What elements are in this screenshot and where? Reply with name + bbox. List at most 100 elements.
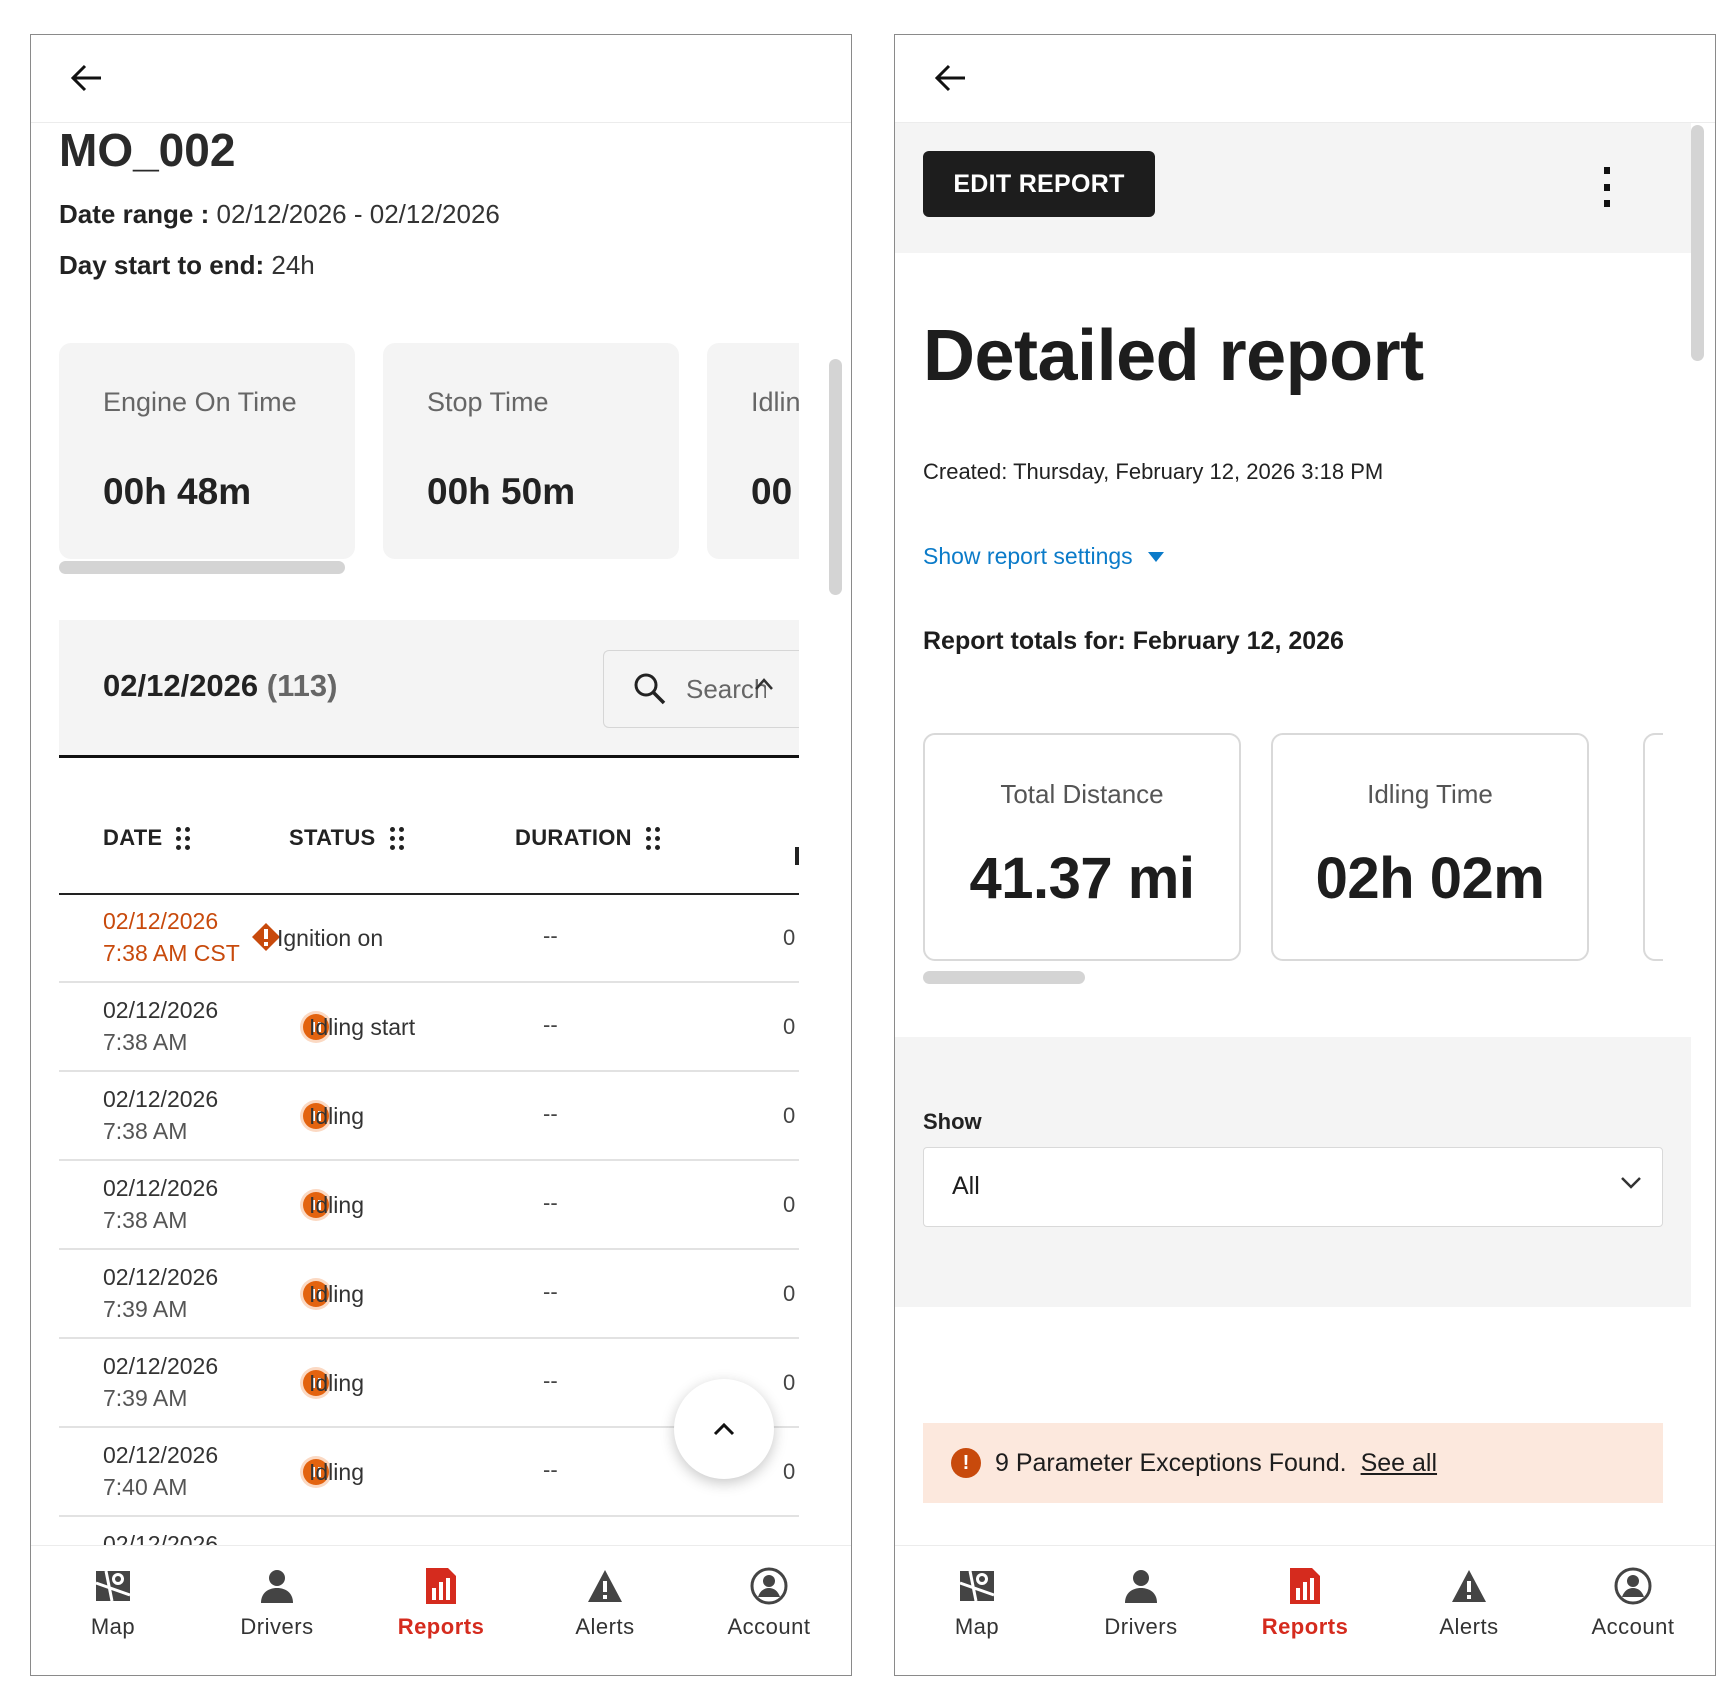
table-date-title: 02/12/2026 (113) — [103, 668, 337, 704]
stat-card-strip[interactable]: Engine On Time 00h 48m Stop Time 00h 50m… — [59, 343, 799, 567]
drag-handle-icon[interactable] — [176, 826, 191, 850]
exceptions-banner: ! 9 Parameter Exceptions Found. See all — [923, 1423, 1663, 1503]
nav-label: Reports — [397, 1614, 485, 1639]
nav-drivers[interactable]: Drivers — [195, 1546, 359, 1675]
nav-map[interactable]: Map — [31, 1546, 195, 1675]
scroll-to-top-button[interactable] — [674, 1379, 774, 1479]
vehicle-name: MO_002 — [59, 124, 236, 176]
row-extra-value: 0 — [783, 1192, 796, 1217]
chevron-down-icon — [1621, 1177, 1641, 1189]
stat-label: Idlin — [751, 387, 799, 417]
chevron-up-icon — [713, 1422, 735, 1436]
row-extra-value: 0 — [783, 1370, 796, 1395]
account-icon — [1611, 1564, 1655, 1608]
row-extra-value: 0 — [783, 1103, 796, 1128]
filter-section: Show All — [895, 1037, 1691, 1307]
row-time: 7:40 AM — [103, 1474, 188, 1500]
stat-value: 02h 02m — [1315, 846, 1545, 911]
row-status: Idling — [309, 1281, 364, 1307]
bottom-nav: Map Drivers Reports Alerts Account — [31, 1545, 851, 1675]
more-options-icon[interactable] — [1595, 167, 1619, 207]
table-toolbar: 02/12/2026 (113) — [59, 620, 799, 758]
nav-drivers[interactable]: Drivers — [1059, 1546, 1223, 1675]
back-button[interactable] — [925, 53, 975, 103]
nav-account[interactable]: Account — [1551, 1546, 1715, 1675]
table-row[interactable]: 02/12/2026 7:38 AM CST Ignition on -- 0 — [59, 895, 799, 983]
nav-alerts[interactable]: Alerts — [1387, 1546, 1551, 1675]
stat-label: Idling Time — [1367, 779, 1493, 809]
date-range-label: Date range : — [59, 199, 210, 229]
horizontal-scrollbar[interactable] — [59, 561, 345, 574]
search-field[interactable] — [603, 650, 799, 728]
nav-map[interactable]: Map — [895, 1546, 1059, 1675]
row-duration: -- — [543, 1190, 558, 1215]
alert-icon — [1447, 1564, 1491, 1608]
chevron-up-icon[interactable] — [754, 677, 774, 691]
vertical-scrollbar[interactable] — [1691, 125, 1704, 361]
edit-report-button[interactable]: EDIT REPORT — [923, 151, 1155, 217]
date-range-value: 02/12/2026 - 02/12/2026 — [216, 199, 500, 229]
column-header-duration[interactable]: DURATION — [515, 825, 660, 851]
row-time: 7:38 AM — [103, 1029, 188, 1055]
nav-reports[interactable]: Reports — [1223, 1546, 1387, 1675]
exclamation-icon: ! — [951, 1448, 981, 1478]
row-time: 7:38 AM — [103, 1118, 188, 1144]
row-date: 02/12/2026 — [103, 1086, 219, 1112]
settings-link-label: Show report settings — [923, 543, 1133, 569]
row-duration: -- — [543, 1279, 558, 1304]
back-button[interactable] — [61, 53, 111, 103]
nav-label: Alerts — [1439, 1614, 1499, 1639]
stat-card-idling-time: Idling Time 02h 02m — [1271, 733, 1589, 961]
table-row[interactable]: 02/12/2026 7:38 AM Idling -- 0 — [59, 1073, 799, 1161]
row-status: Idling start — [309, 1014, 416, 1040]
vertical-scrollbar[interactable] — [829, 359, 842, 595]
row-time: 7:39 AM — [103, 1385, 188, 1411]
stat-card-idling: Idlin 00 — [707, 343, 799, 559]
nav-label: Drivers — [1104, 1614, 1178, 1639]
nav-account[interactable]: Account — [687, 1546, 851, 1675]
vehicle-report-screen: MO_002 Date range : 02/12/2026 - 02/12/2… — [30, 34, 852, 1676]
column-header-date[interactable]: DATE — [103, 825, 191, 851]
detailed-report-screen: EDIT REPORT Detailed report Created: Thu… — [894, 34, 1716, 1676]
nav-label: Account — [727, 1614, 811, 1639]
totals-card-strip[interactable]: Total Distance 41.37 mi Idling Time 02h … — [923, 733, 1663, 973]
table-row[interactable]: 02/12/2026 7:38 AM Idling -- 0 — [59, 1162, 799, 1250]
horizontal-scrollbar[interactable] — [923, 971, 1085, 984]
row-extra-value: 0 — [783, 1014, 796, 1039]
event-table-body: 02/12/2026 7:38 AM CST Ignition on -- 0 02/12… — [59, 895, 799, 1575]
see-all-link[interactable]: See all — [1361, 1449, 1437, 1478]
show-filter-value: All — [952, 1172, 980, 1200]
nav-label: Drivers — [240, 1614, 314, 1639]
day-start-end-label: Day start to end: — [59, 250, 265, 280]
show-filter-select[interactable]: All — [923, 1147, 1663, 1227]
top-bar — [31, 35, 851, 123]
nav-reports[interactable]: Reports — [359, 1546, 523, 1675]
drag-handle-icon[interactable] — [645, 826, 660, 850]
nav-label: Account — [1591, 1614, 1675, 1639]
table-date: 02/12/2026 — [103, 668, 259, 703]
row-extra-value: 0 — [783, 925, 796, 950]
row-date: 02/12/2026 — [103, 1442, 219, 1468]
table-row[interactable]: 02/12/2026 7:39 AM Idling -- 0 — [59, 1251, 799, 1339]
row-duration: -- — [543, 1012, 558, 1037]
row-date: 02/12/2026 — [103, 1353, 219, 1379]
row-date: 02/12/2026 — [103, 1175, 219, 1201]
page-title: Detailed report — [923, 316, 1424, 396]
column-header-label: STATUS — [289, 825, 376, 850]
map-icon — [91, 1564, 135, 1608]
row-date: 02/12/2026 — [103, 908, 219, 934]
column-header-label: DATE — [103, 825, 163, 850]
drag-handle-icon[interactable] — [389, 826, 404, 850]
created-timestamp: Created: Thursday, February 12, 2026 3:1… — [923, 459, 1384, 484]
stat-card-stop-time: Stop Time 00h 50m — [383, 343, 679, 559]
day-start-end-value: 24h — [271, 250, 315, 280]
column-header-status[interactable]: STATUS — [289, 825, 404, 851]
show-report-settings-link[interactable]: Show report settings — [923, 543, 1165, 570]
table-row[interactable]: 02/12/2026 7:38 AM Idling start -- 0 — [59, 984, 799, 1072]
row-duration: -- — [543, 1368, 558, 1393]
nav-alerts[interactable]: Alerts — [523, 1546, 687, 1675]
report-toolbar: EDIT REPORT — [895, 123, 1691, 253]
row-time: 7:39 AM — [103, 1296, 188, 1322]
stat-card-engine-on: Engine On Time 00h 48m — [59, 343, 355, 559]
stat-value: 00h 48m — [103, 471, 252, 512]
